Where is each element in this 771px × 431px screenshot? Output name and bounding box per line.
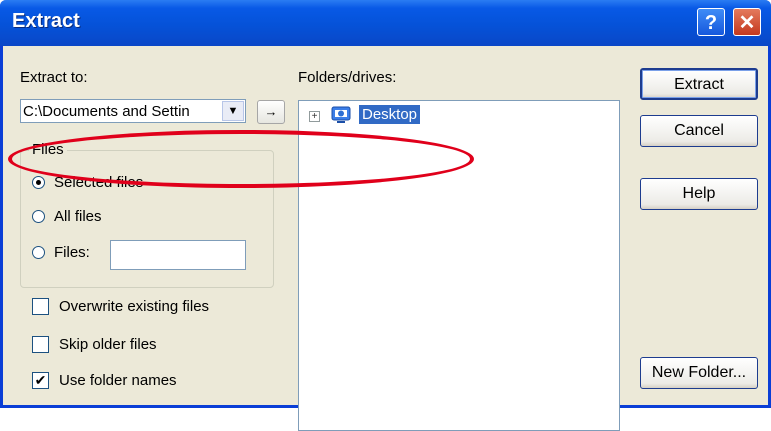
radio-files[interactable]: Files:	[32, 244, 90, 261]
checkbox-skip-older[interactable]: Skip older files	[32, 336, 157, 353]
files-filter-input[interactable]	[110, 240, 246, 270]
extract-button[interactable]: Extract	[640, 68, 758, 100]
radio-label: All files	[54, 208, 102, 225]
checkbox-label: Skip older files	[59, 336, 157, 353]
checkbox-use-folder-names[interactable]: ✔ Use folder names	[32, 372, 177, 389]
checkbox-overwrite[interactable]: Overwrite existing files	[32, 298, 209, 315]
folders-label: Folders/drives:	[298, 69, 397, 86]
new-folder-button[interactable]: New Folder...	[640, 357, 758, 389]
expand-plus-icon[interactable]: +	[309, 111, 320, 122]
browse-arrow-button[interactable]: →	[257, 100, 285, 124]
extract-to-label: Extract to:	[20, 69, 88, 86]
help-button[interactable]: Help	[640, 178, 758, 210]
folders-tree[interactable]: + Desktop	[298, 100, 620, 431]
radio-button-icon[interactable]	[32, 210, 45, 223]
radio-button-icon[interactable]	[32, 176, 45, 189]
checkbox-icon[interactable]	[32, 298, 49, 315]
radio-label: Selected files	[54, 174, 144, 191]
checkmark-icon[interactable]: ✔	[32, 372, 49, 389]
window-title: Extract	[12, 10, 80, 32]
radio-label: Files:	[54, 244, 90, 261]
chevron-down-icon[interactable]: ▼	[222, 101, 244, 121]
close-icon[interactable]: ✕	[733, 8, 761, 36]
tree-item-desktop[interactable]: Desktop	[359, 105, 421, 124]
checkbox-label: Use folder names	[59, 372, 177, 389]
extract-path-value: C:\Documents and Settin	[23, 103, 190, 120]
radio-all-files[interactable]: All files	[32, 208, 102, 225]
extract-path-combobox[interactable]: C:\Documents and Settin ▼	[20, 99, 246, 123]
title-bar[interactable]: Extract ? ✕	[0, 0, 771, 46]
checkbox-label: Overwrite existing files	[59, 298, 210, 315]
checkbox-icon[interactable]	[32, 336, 49, 353]
radio-selected-files[interactable]: Selected files	[32, 174, 143, 191]
cancel-button[interactable]: Cancel	[640, 115, 758, 147]
desktop-icon	[331, 106, 351, 123]
help-icon[interactable]: ?	[697, 8, 725, 36]
files-group-legend: Files	[29, 141, 67, 158]
radio-button-icon[interactable]	[32, 246, 45, 259]
